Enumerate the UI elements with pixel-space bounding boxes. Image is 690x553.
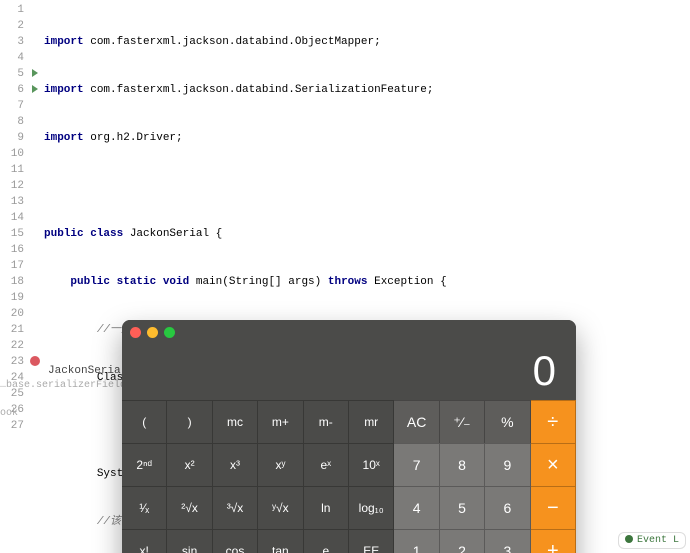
key-log10[interactable]: log₁₀ xyxy=(349,486,394,529)
key-x2[interactable]: x² xyxy=(167,443,212,486)
key-6[interactable]: 6 xyxy=(485,486,530,529)
key-2nd[interactable]: 2ⁿᵈ xyxy=(122,443,167,486)
key-9[interactable]: 9 xyxy=(485,443,530,486)
calc-keypad: ( ) mc m+ m- mr AC ⁺⁄₋ % ÷ 2ⁿᵈ x² x³ xʸ … xyxy=(122,400,576,553)
key-mr[interactable]: mr xyxy=(349,400,394,443)
key-3[interactable]: 3 xyxy=(485,529,530,553)
key-sign[interactable]: ⁺⁄₋ xyxy=(440,400,485,443)
key-2[interactable]: 2 xyxy=(440,529,485,553)
editor-tab[interactable]: JackonSerial xyxy=(40,362,135,380)
key-minus[interactable]: − xyxy=(531,486,576,529)
run-main-icon[interactable] xyxy=(32,85,38,93)
calc-display: 0 xyxy=(122,344,576,400)
breakpoint-icon[interactable] xyxy=(30,356,40,366)
gutter-marks xyxy=(26,0,44,553)
key-mplus[interactable]: m+ xyxy=(258,400,303,443)
key-yroot[interactable]: ʸ√x xyxy=(258,486,303,529)
run-class-icon[interactable] xyxy=(32,69,38,77)
key-sin[interactable]: sin xyxy=(167,529,212,553)
key-tan[interactable]: tan xyxy=(258,529,303,553)
key-multiply[interactable]: × xyxy=(531,443,576,486)
key-10x[interactable]: 10ˣ xyxy=(349,443,394,486)
line-number-gutter: 1234567891011121314151617181920212223242… xyxy=(0,0,26,553)
key-ee[interactable]: EE xyxy=(349,529,394,553)
key-8[interactable]: 8 xyxy=(440,443,485,486)
calculator-window: 0 ( ) mc m+ m- mr AC ⁺⁄₋ % ÷ 2ⁿᵈ x² x³ x… xyxy=(122,320,576,553)
key-7[interactable]: 7 xyxy=(394,443,439,486)
side-panel-text1: …base.serializerField… xyxy=(0,380,132,391)
key-ln[interactable]: ln xyxy=(304,486,349,529)
key-x3[interactable]: x³ xyxy=(213,443,258,486)
key-lparen[interactable]: ( xyxy=(122,400,167,443)
key-mminus[interactable]: m- xyxy=(304,400,349,443)
key-xy[interactable]: xʸ xyxy=(258,443,303,486)
side-panel-text2: ook xyxy=(0,408,18,419)
key-ac[interactable]: AC xyxy=(394,400,439,443)
key-cbrt[interactable]: ³√x xyxy=(213,486,258,529)
key-1[interactable]: 1 xyxy=(394,529,439,553)
key-cos[interactable]: cos xyxy=(213,529,258,553)
key-sqrt[interactable]: ²√x xyxy=(167,486,212,529)
window-titlebar xyxy=(122,320,576,344)
key-fact[interactable]: x! xyxy=(122,529,167,553)
minimize-icon[interactable] xyxy=(147,327,158,338)
key-e[interactable]: e xyxy=(304,529,349,553)
key-ex[interactable]: eˣ xyxy=(304,443,349,486)
zoom-icon[interactable] xyxy=(164,327,175,338)
event-log-dot-icon xyxy=(625,535,633,543)
key-mc[interactable]: mc xyxy=(213,400,258,443)
key-divide[interactable]: ÷ xyxy=(531,400,576,443)
key-4[interactable]: 4 xyxy=(394,486,439,529)
key-rparen[interactable]: ) xyxy=(167,400,212,443)
key-percent[interactable]: % xyxy=(485,400,530,443)
close-icon[interactable] xyxy=(130,327,141,338)
key-plus[interactable]: + xyxy=(531,529,576,553)
event-log-button[interactable]: Event L xyxy=(618,532,686,549)
key-1x[interactable]: ¹⁄ₓ xyxy=(122,486,167,529)
key-5[interactable]: 5 xyxy=(440,486,485,529)
